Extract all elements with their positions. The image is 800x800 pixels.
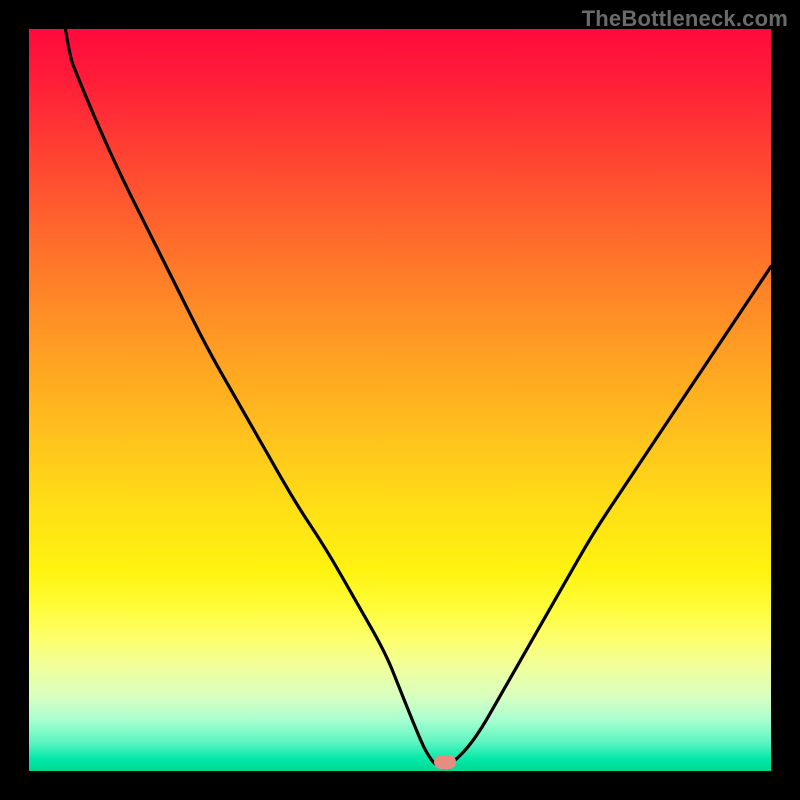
plot-area <box>29 29 771 771</box>
optimal-point-marker <box>434 755 456 769</box>
bottleneck-curve <box>29 29 771 767</box>
chart-frame: TheBottleneck.com <box>0 0 800 800</box>
curve-svg <box>29 29 771 771</box>
